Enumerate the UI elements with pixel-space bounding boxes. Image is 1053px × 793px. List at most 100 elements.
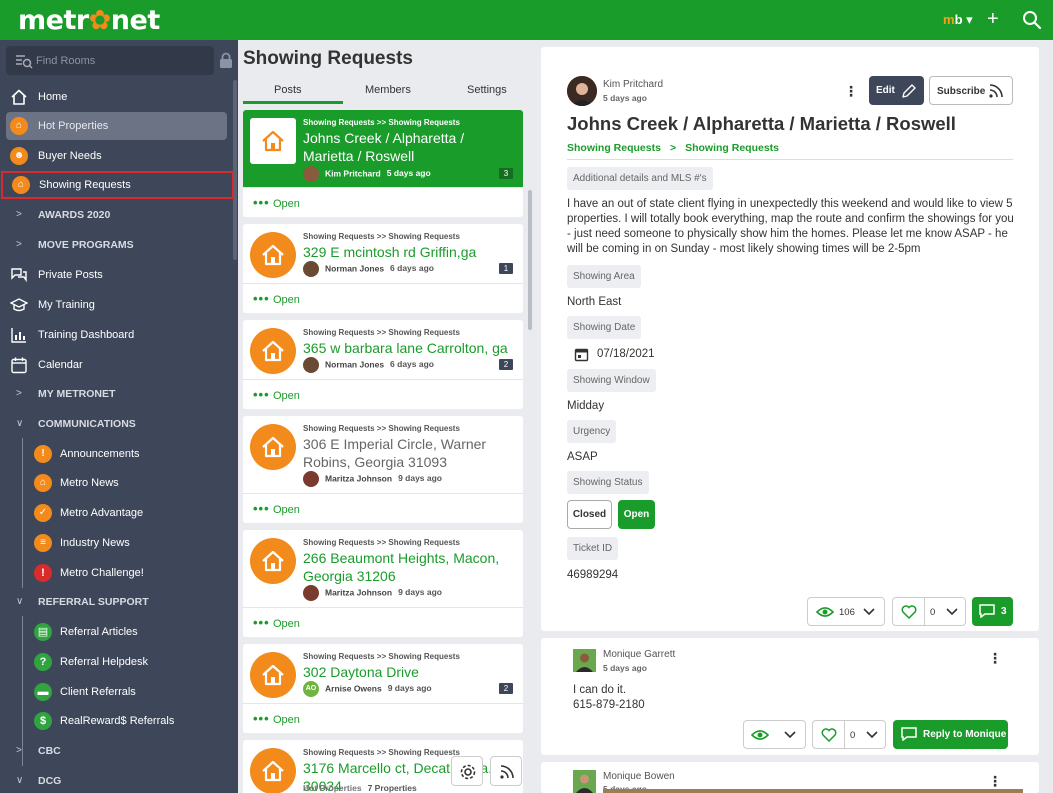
sidebar-section-my-metronet[interactable]: > MY METRONET — [0, 380, 232, 408]
sidebar-section-dcg[interactable]: ∨ DCG — [0, 767, 232, 793]
post-title[interactable]: Johns Creek / Alpharetta / Marietta / Ro… — [303, 129, 513, 165]
sidebar-item-announcements[interactable]: ! Announcements — [0, 440, 232, 468]
post-title[interactable]: 306 E Imperial Circle, Warner Robins, Ge… — [303, 435, 513, 471]
room-settings-button[interactable] — [451, 756, 483, 786]
sidebar-section-move-programs[interactable]: > MOVE PROGRAMS — [0, 231, 232, 259]
sidebar-item-client-referrals[interactable]: ▬ Client Referrals — [0, 678, 232, 706]
sidebar-item-buyer-needs[interactable]: ☻ Buyer Needs — [0, 142, 232, 170]
more-options-icon[interactable]: ••• — [253, 711, 270, 726]
showing-date-value: 07/18/2021 — [597, 348, 655, 360]
comment-likes-control[interactable]: 0 — [812, 720, 886, 749]
views-control[interactable]: 106 — [807, 597, 885, 626]
breadcrumb-section[interactable]: Showing Requests — [685, 142, 779, 154]
likes-count: 0 — [930, 607, 936, 618]
sidebar-item-realrewards-referrals[interactable]: $ RealReward$ Referrals — [0, 707, 232, 735]
post-author: Kim Pritchard — [325, 168, 381, 179]
showing-status-label: Showing Status — [567, 471, 649, 494]
sidebar-item-metro-news[interactable]: ⌂ Metro News — [0, 469, 232, 497]
author-avatar[interactable] — [567, 76, 597, 106]
avatar — [303, 261, 319, 277]
comment-views-control[interactable] — [743, 720, 806, 749]
post-card[interactable]: Showing Requests >> Showing Requests 306… — [243, 416, 523, 523]
heart-icon[interactable] — [901, 605, 917, 619]
metronet-logo[interactable]: metr✿net — [18, 5, 160, 36]
sidebar-item-private-posts[interactable]: Private Posts — [0, 261, 232, 289]
showing-area-value: North East — [567, 296, 622, 308]
post-author: Arnise Owens — [325, 683, 382, 694]
sidebar-item-training-dashboard[interactable]: Training Dashboard — [0, 321, 232, 349]
search-icon[interactable] — [1022, 10, 1042, 30]
chevron-down-icon: ∨ — [16, 418, 24, 429]
rss-icon — [989, 84, 1003, 98]
sidebar-item-hot-properties[interactable]: ⌂ Hot Properties — [6, 112, 227, 140]
chevron-down-icon[interactable] — [784, 731, 796, 739]
likes-control[interactable]: 0 — [892, 597, 966, 626]
more-options-icon[interactable]: ⋮ — [988, 651, 1002, 665]
commenter-name[interactable]: Monique Bowen — [603, 771, 675, 782]
sidebar-item-showing-requests[interactable]: ⌂ Showing Requests — [1, 171, 234, 199]
sidebar-item-calendar[interactable]: Calendar — [0, 351, 232, 379]
post-author: Maritza Johnson — [325, 587, 393, 598]
post-card[interactable]: Showing Requests >> Showing Requests 302… — [243, 644, 523, 733]
post-card-selected[interactable]: Showing Requests >> Showing Requests Joh… — [243, 110, 523, 217]
subscribe-button[interactable]: Subscribe — [929, 76, 1013, 105]
status-open-button[interactable]: Open — [618, 500, 655, 529]
lock-icon[interactable] — [219, 52, 233, 68]
room-rss-button[interactable] — [490, 756, 522, 786]
find-rooms-input[interactable]: Find Rooms — [6, 46, 214, 75]
avatar: AO — [303, 681, 319, 697]
tab-members[interactable]: Members — [365, 84, 411, 96]
commenter-avatar[interactable] — [573, 649, 596, 672]
post-status: Open — [273, 618, 300, 630]
sidebar-item-label: Metro News — [60, 477, 119, 489]
sidebar-item-home[interactable]: Home — [0, 83, 232, 111]
more-options-icon[interactable]: ••• — [253, 195, 270, 210]
post-card[interactable]: Showing Requests >> Showing Requests 329… — [243, 224, 523, 313]
sidebar-section-cbc[interactable]: > CBC — [0, 737, 232, 765]
post-title[interactable]: 329 E mcintosh rd Griffin,ga — [303, 243, 513, 261]
chevron-down-icon[interactable] — [866, 731, 878, 739]
chevron-right-icon: > — [16, 745, 22, 756]
sidebar-section-awards-2020[interactable]: > AWARDS 2020 — [0, 201, 232, 229]
sidebar-item-industry-news[interactable]: ≡ Industry News — [0, 529, 232, 557]
comments-button[interactable]: 3 — [972, 597, 1013, 626]
edit-button[interactable]: Edit — [869, 76, 924, 105]
more-options-icon[interactable]: ⋮ — [844, 84, 858, 98]
ticket-id-label: Ticket ID — [567, 537, 619, 560]
more-options-icon[interactable]: ••• — [253, 387, 270, 402]
post-title[interactable]: 302 Daytona Drive — [303, 663, 513, 681]
sidebar-item-metro-advantage[interactable]: ✓ Metro Advantage — [0, 499, 232, 527]
posts-scrollbar[interactable] — [528, 190, 532, 330]
sidebar-item-my-training[interactable]: My Training — [0, 291, 232, 319]
active-tab-indicator — [243, 101, 343, 104]
more-options-icon[interactable]: ⋮ — [988, 774, 1002, 788]
commenter-name[interactable]: Monique Garrett — [603, 649, 675, 660]
post-card[interactable]: Showing Requests >> Showing Requests 365… — [243, 320, 523, 409]
sidebar-item-metro-challenge[interactable]: ! Metro Challenge! — [0, 559, 232, 587]
chevron-down-icon[interactable] — [863, 608, 875, 616]
more-options-icon[interactable]: ••• — [253, 501, 270, 516]
sidebar-section-communications[interactable]: ∨ COMMUNICATIONS — [0, 410, 232, 438]
more-options-icon[interactable]: ••• — [253, 615, 270, 630]
sidebar-section-referral-support[interactable]: ∨ REFERRAL SUPPORT — [0, 588, 232, 616]
comment-count-badge: 1 — [499, 263, 513, 274]
commenter-avatar[interactable] — [573, 770, 596, 793]
heart-icon[interactable] — [821, 728, 837, 742]
sidebar-scrollbar[interactable] — [233, 80, 237, 260]
post-title[interactable]: 365 w barbara lane Carrolton, ga — [303, 339, 513, 357]
sidebar-item-referral-helpdesk[interactable]: ? Referral Helpdesk — [0, 648, 232, 676]
add-icon[interactable]: + — [987, 9, 999, 29]
reply-button[interactable]: Reply to Monique — [893, 720, 1008, 749]
sidebar-item-referral-articles[interactable]: ▤ Referral Articles — [0, 618, 232, 646]
status-closed-button[interactable]: Closed — [567, 500, 612, 529]
tab-posts[interactable]: Posts — [274, 84, 302, 96]
more-options-icon[interactable]: ••• — [253, 291, 270, 306]
comment-icon — [901, 727, 917, 741]
author-name[interactable]: Kim Pritchard — [603, 79, 663, 90]
breadcrumb-room[interactable]: Showing Requests — [567, 142, 661, 154]
user-menu[interactable]: mb ▾ — [943, 12, 973, 28]
post-title[interactable]: 266 Beaumont Heights, Macon, Georgia 312… — [303, 549, 513, 585]
chevron-down-icon[interactable] — [946, 608, 958, 616]
post-card[interactable]: Showing Requests >> Showing Requests 266… — [243, 530, 523, 637]
tab-settings[interactable]: Settings — [467, 84, 507, 96]
